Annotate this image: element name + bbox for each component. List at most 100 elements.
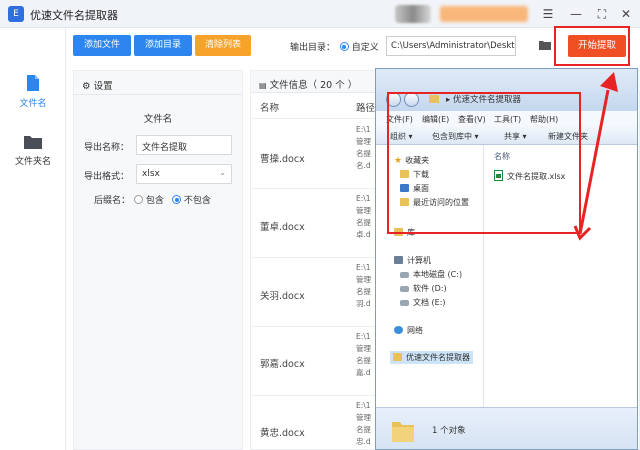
- row-divider: [250, 395, 375, 396]
- nav-label-foldername: 文件夹名: [14, 157, 51, 167]
- explorer-status-text: 1 个对象: [432, 426, 466, 436]
- path-line: E:\1: [356, 332, 371, 341]
- sidebar-label: 本地磁盘 (C:): [413, 270, 463, 279]
- sidebar-item-drive-e[interactable]: 文档 (E:): [400, 297, 446, 308]
- user-avatar[interactable]: [395, 5, 431, 23]
- custom-label: 自定义: [351, 43, 379, 53]
- file-row-path: E:\1 管理 名提 羽.d: [356, 262, 376, 310]
- file-row-path: E:\1 管理 名提 名.d: [356, 124, 376, 172]
- left-nav: 文件名 文件夹名: [0, 28, 66, 450]
- settings-title: 设置: [93, 81, 113, 92]
- sidebar-item-drive-c[interactable]: 本地磁盘 (C:): [400, 269, 462, 280]
- export-format-select[interactable]: xlsx ⌄: [136, 164, 232, 184]
- app-logo-icon: E: [8, 6, 24, 22]
- folder-icon: [393, 353, 402, 361]
- settings-header: ⚙ 设置: [74, 71, 242, 95]
- path-line: E:\1: [356, 263, 371, 272]
- row-divider: [250, 188, 375, 189]
- drive-icon: [400, 300, 409, 306]
- nav-item-filename[interactable]: 文件名: [0, 74, 66, 109]
- annotation-box-start: [554, 26, 630, 66]
- export-format-label: 导出格式：: [84, 172, 130, 182]
- column-header-name[interactable]: 名称: [260, 100, 279, 114]
- file-row-name[interactable]: 董卓.docx: [260, 219, 305, 233]
- sidebar-item-drive-d[interactable]: 软件 (D:): [400, 283, 447, 294]
- row-divider: [250, 257, 375, 258]
- nav-label-filename: 文件名: [19, 99, 47, 109]
- sidebar-label: 优速文件名提取器: [406, 353, 470, 362]
- sidebar-item-network[interactable]: 网络: [394, 325, 423, 336]
- file-row-path: E:\1 管理 名提 嘉.d: [356, 331, 376, 379]
- path-line: E:\1: [356, 401, 371, 410]
- path-line: E:\1: [356, 125, 371, 134]
- sidebar-label: 文档 (E:): [413, 298, 446, 307]
- sidebar-label: 软件 (D:): [413, 284, 447, 293]
- suffix-label: 后缀名：: [94, 196, 131, 206]
- column-header-path[interactable]: 路径: [356, 100, 375, 114]
- output-dir-group: 输出目录： 自定义: [290, 40, 379, 53]
- app-title: 优速文件名提取器: [30, 9, 118, 22]
- path-line: 卓.d: [356, 230, 371, 239]
- close-icon[interactable]: ✕: [616, 4, 636, 24]
- add-directory-button[interactable]: 添加目录: [134, 35, 192, 56]
- path-line: 名提: [356, 218, 371, 227]
- chevron-down-icon: ⌄: [219, 168, 226, 177]
- file-count-title: 文件信息（ 20 个 ）: [269, 80, 358, 91]
- path-line: 管理: [356, 413, 371, 422]
- settings-panel: ⚙ 设置 文件名 导出名称： 文件名提取 导出格式： xlsx ⌄ 后缀名： 包…: [73, 70, 243, 450]
- path-line: E:\1: [356, 194, 371, 203]
- output-path-input[interactable]: C:\Users\Administrator\Deskto: [386, 36, 516, 56]
- custom-radio[interactable]: [339, 42, 349, 51]
- exclude-radio[interactable]: [172, 195, 181, 204]
- file-row-name[interactable]: 郭嘉.docx: [260, 356, 305, 370]
- header-divider: [250, 118, 375, 119]
- browse-folder-icon[interactable]: [538, 39, 552, 51]
- gear-icon: ⚙: [82, 81, 91, 92]
- sidebar-item-current-folder[interactable]: 优速文件名提取器: [390, 351, 473, 364]
- document-icon: [27, 75, 39, 91]
- file-row-path: E:\1 管理 名提 卓.d: [356, 193, 376, 241]
- suffix-include-option[interactable]: 包含: [134, 193, 164, 206]
- computer-icon: [394, 256, 403, 264]
- sidebar-label: 计算机: [407, 256, 431, 265]
- path-line: 名提: [356, 425, 371, 434]
- add-file-button[interactable]: 添加文件: [73, 35, 131, 56]
- path-line: 管理: [356, 275, 371, 284]
- maximize-icon[interactable]: ⛶: [592, 4, 612, 24]
- export-name-input[interactable]: 文件名提取: [136, 135, 232, 155]
- vip-badge[interactable]: [440, 6, 528, 22]
- annotation-box-output: [387, 92, 581, 234]
- clear-list-button[interactable]: 清除列表: [195, 35, 251, 56]
- path-line: 忠.d: [356, 437, 371, 446]
- include-label: 包含: [145, 196, 164, 206]
- output-dir-label: 输出目录：: [290, 43, 336, 53]
- explorer-statusbar: 1 个对象: [376, 407, 637, 449]
- sidebar-item-computer[interactable]: 计算机: [394, 255, 431, 266]
- path-line: 名提: [356, 149, 371, 158]
- exclude-label: 不包含: [183, 196, 211, 206]
- file-info-icon: ▤: [259, 81, 267, 90]
- nav-item-foldername[interactable]: 文件夹名: [0, 134, 66, 167]
- path-line: 管理: [356, 344, 371, 353]
- file-row-name[interactable]: 关羽.docx: [260, 288, 305, 302]
- minimize-icon[interactable]: —: [566, 4, 586, 24]
- path-line: 嘉.d: [356, 368, 371, 377]
- file-row-path: E:\1 管理 名提 忠.d: [356, 400, 376, 448]
- export-format-value: xlsx: [142, 169, 160, 179]
- row-divider: [250, 326, 375, 327]
- path-line: 管理: [356, 206, 371, 215]
- suffix-exclude-option[interactable]: 不包含: [172, 193, 211, 206]
- folder-large-icon: [392, 422, 414, 442]
- path-line: 名提: [356, 287, 371, 296]
- path-line: 名提: [356, 356, 371, 365]
- drive-icon: [400, 286, 409, 292]
- file-row-name[interactable]: 黄忠.docx: [260, 425, 305, 439]
- folder-icon: [24, 136, 42, 149]
- title-bar: E 优速文件名提取器 ☰ — ⛶ ✕: [0, 0, 640, 28]
- include-radio[interactable]: [134, 195, 143, 204]
- menu-icon[interactable]: ☰: [538, 4, 558, 24]
- settings-section-title: 文件名: [143, 114, 173, 125]
- sidebar-label: 网络: [407, 326, 423, 335]
- file-row-name[interactable]: 曹操.docx: [260, 151, 305, 165]
- network-icon: [394, 326, 403, 334]
